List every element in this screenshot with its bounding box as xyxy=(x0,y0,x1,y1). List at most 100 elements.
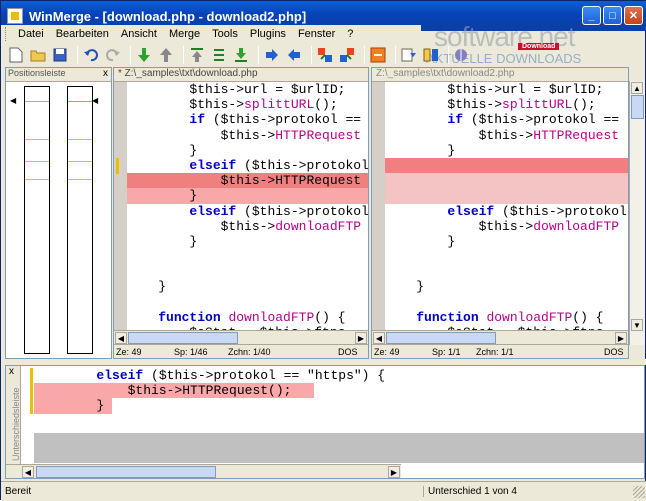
right-hscroll-thumb[interactable] xyxy=(386,332,496,344)
location-pane[interactable]: Positionsleiste x ◀ ◀ xyxy=(5,67,112,359)
code-line[interactable]: $this->url = $urlID; xyxy=(385,82,628,97)
location-pane-title: Positionsleiste xyxy=(8,68,66,78)
scroll-right-arrow-icon[interactable]: ▶ xyxy=(615,332,627,344)
current-diff-icon[interactable] xyxy=(210,46,228,64)
code-line[interactable]: $this->splittURL(); xyxy=(385,97,628,112)
scroll-right-arrow-icon[interactable]: ▶ xyxy=(355,332,367,344)
code-line[interactable]: $this->HTTPRequest xyxy=(385,128,628,143)
diff-pane-close-button[interactable]: x xyxy=(9,366,14,377)
code-line[interactable] xyxy=(385,157,628,174)
scroll-up-arrow-icon[interactable]: ▲ xyxy=(631,82,643,94)
code-line[interactable]: } xyxy=(127,188,368,204)
code-line[interactable]: elseif ($this->protokol == "https") { xyxy=(34,368,644,383)
right-editor-pane[interactable]: Z:\_samples\txt\download2.php $this->url… xyxy=(371,67,629,359)
menu-fenster[interactable]: Fenster xyxy=(292,28,341,40)
copy-left-icon[interactable] xyxy=(285,46,303,64)
code-line[interactable]: } xyxy=(385,143,628,158)
code-line[interactable]: } xyxy=(34,398,112,414)
menu-merge[interactable]: Merge xyxy=(163,28,206,40)
close-button[interactable]: ✕ xyxy=(624,6,643,25)
location-bar-left[interactable] xyxy=(24,86,50,354)
code-line[interactable] xyxy=(127,264,368,279)
code-text: $this->url = $urlID; xyxy=(189,82,346,97)
scroll-down-arrow-icon[interactable]: ▼ xyxy=(631,319,643,331)
refresh-icon[interactable] xyxy=(400,46,418,64)
copy-all-left-icon[interactable] xyxy=(338,46,356,64)
left-horizontal-scrollbar[interactable]: ◀ ▶ xyxy=(114,330,368,344)
right-horizontal-scrollbar[interactable]: ◀ ▶ xyxy=(372,330,628,344)
scroll-left-arrow-icon[interactable]: ◀ xyxy=(22,466,34,478)
first-diff-icon[interactable] xyxy=(188,46,206,64)
help-icon[interactable] xyxy=(453,46,471,64)
minimize-button[interactable]: _ xyxy=(582,6,601,25)
menu-plugins[interactable]: Plugins xyxy=(244,28,292,40)
code-line[interactable] xyxy=(127,295,368,310)
code-line[interactable]: function downloadFTP() { xyxy=(385,310,628,325)
redo-icon[interactable] xyxy=(104,46,122,64)
code-line[interactable] xyxy=(385,249,628,264)
prev-diff-icon[interactable] xyxy=(157,46,175,64)
menu-bar: Datei Bearbeiten Ansicht Merge Tools Plu… xyxy=(1,25,421,43)
code-line[interactable]: $this->splittURL(); xyxy=(127,97,368,112)
code-line[interactable]: elseif ($this->protokol xyxy=(127,158,368,173)
location-pane-close-button[interactable]: x xyxy=(103,68,108,79)
code-line[interactable]: if ($this->protokol == xyxy=(127,112,368,127)
compare-icon[interactable] xyxy=(422,46,440,64)
diff-hscroll-thumb[interactable] xyxy=(36,466,216,478)
code-line[interactable] xyxy=(385,264,628,279)
diff-horizontal-scrollbar[interactable]: ◀ ▶ xyxy=(6,464,401,478)
copy-right-icon[interactable] xyxy=(263,46,281,64)
code-line[interactable] xyxy=(385,173,628,189)
scroll-right-arrow-icon[interactable]: ▶ xyxy=(388,466,400,478)
menu-help[interactable]: ? xyxy=(341,28,359,40)
editor-vertical-scrollbar[interactable]: ▲ ▼ xyxy=(629,81,645,345)
code-line[interactable]: } xyxy=(385,279,628,294)
code-line[interactable]: elseif ($this->protokol xyxy=(127,204,368,219)
diff-top-code[interactable]: elseif ($this->protokol == "https") { $t… xyxy=(34,368,644,416)
code-line[interactable]: } xyxy=(127,143,368,158)
code-line[interactable]: $this->downloadFTP xyxy=(385,219,628,234)
code-line[interactable]: $this->downloadFTP xyxy=(127,219,368,234)
location-bar-right[interactable] xyxy=(67,86,93,354)
left-gutter[interactable] xyxy=(114,82,127,332)
scroll-left-arrow-icon[interactable]: ◀ xyxy=(373,332,385,344)
last-diff-icon[interactable] xyxy=(232,46,250,64)
code-line[interactable]: $this->url = $urlID; xyxy=(127,82,368,97)
code-line[interactable]: } xyxy=(127,279,368,294)
vscroll-thumb[interactable] xyxy=(631,95,644,119)
code-line[interactable]: if ($this->protokol == xyxy=(385,112,628,127)
code-line[interactable]: $this->HTTPRequest xyxy=(127,128,368,143)
next-diff-icon[interactable] xyxy=(135,46,153,64)
code-line[interactable] xyxy=(127,249,368,264)
code-line[interactable]: $this->HTTPRequest(); xyxy=(34,383,314,399)
code-line[interactable]: } xyxy=(385,234,628,249)
save-icon[interactable] xyxy=(51,46,69,64)
menu-grip[interactable] xyxy=(5,27,8,41)
options-icon[interactable] xyxy=(369,46,387,64)
maximize-button[interactable]: □ xyxy=(603,6,622,25)
left-editor-pane[interactable]: * Z:\_samples\txt\download.php $this->ur… xyxy=(113,67,369,359)
menu-ansicht[interactable]: Ansicht xyxy=(115,28,163,40)
code-line[interactable]: $this->HTTPRequest xyxy=(127,173,368,189)
new-icon[interactable] xyxy=(7,46,25,64)
menu-tools[interactable]: Tools xyxy=(206,28,244,40)
code-line[interactable]: } xyxy=(127,234,368,249)
winmerge-app-icon[interactable] xyxy=(7,8,23,24)
open-icon[interactable] xyxy=(29,46,47,64)
left-hscroll-thumb[interactable] xyxy=(128,332,238,344)
resize-grip-icon[interactable] xyxy=(633,485,645,498)
scroll-left-arrow-icon[interactable]: ◀ xyxy=(115,332,127,344)
undo-icon[interactable] xyxy=(82,46,100,64)
code-line[interactable]: function downloadFTP() { xyxy=(127,310,368,325)
right-code-area[interactable]: $this->url = $urlID; $this->splittURL();… xyxy=(385,82,628,332)
diff-pane[interactable]: x Unterschiedsleiste elseif ($this->prot… xyxy=(5,365,645,479)
code-line[interactable] xyxy=(385,295,628,310)
copy-all-right-icon[interactable] xyxy=(316,46,334,64)
menu-datei[interactable]: Datei xyxy=(12,28,50,40)
code-line[interactable]: elseif ($this->protokol xyxy=(385,204,628,219)
menu-bearbeiten[interactable]: Bearbeiten xyxy=(50,28,115,40)
right-gutter[interactable] xyxy=(372,82,385,332)
code-line[interactable] xyxy=(385,188,628,204)
left-code-area[interactable]: $this->url = $urlID; $this->splittURL();… xyxy=(127,82,368,332)
